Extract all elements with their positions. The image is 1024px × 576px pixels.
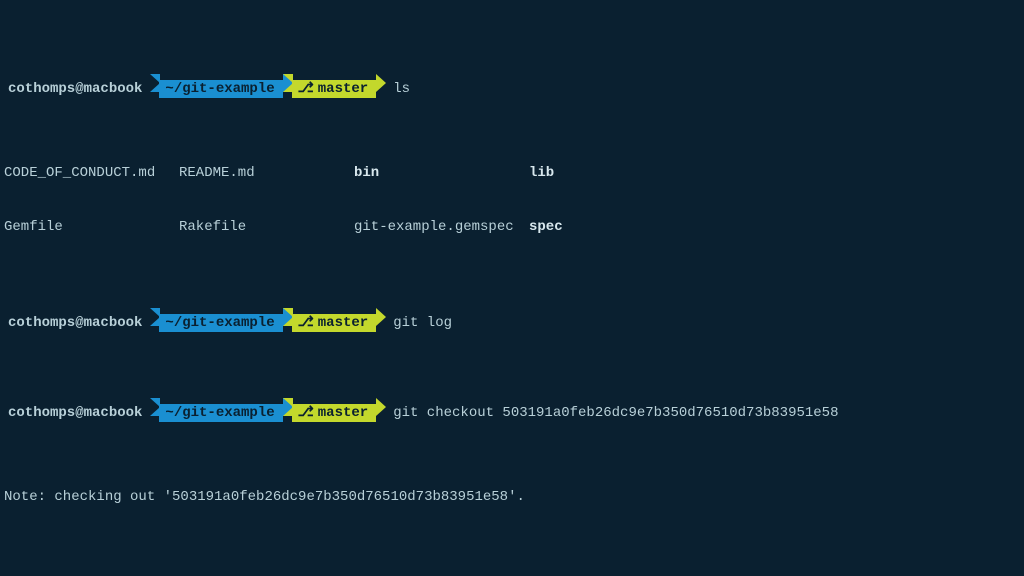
- host-segment: cothomps@macbook: [4, 314, 150, 332]
- branch-segment: ⎇master: [292, 404, 377, 422]
- branch-icon: ⎇: [298, 80, 314, 98]
- command-text: git log: [385, 314, 452, 332]
- branch-segment: ⎇master: [292, 314, 377, 332]
- prompt-line: cothomps@macbook ~/git-example ⎇master g…: [4, 308, 1020, 326]
- branch-name: master: [318, 314, 368, 332]
- path-segment: ~/git-example: [159, 80, 282, 98]
- branch-name: master: [318, 404, 368, 422]
- output-line: CODE_OF_CONDUCT.mdREADME.mdbinlib: [4, 164, 1020, 182]
- output-line: Note: checking out '503191a0feb26dc9e7b3…: [4, 488, 1020, 506]
- prompt-line: cothomps@macbook ~/git-example ⎇master l…: [4, 74, 1020, 92]
- terminal-window[interactable]: cothomps@macbook ~/git-example ⎇master l…: [0, 0, 1024, 576]
- path-segment: ~/git-example: [159, 404, 282, 422]
- branch-icon: ⎇: [298, 404, 314, 422]
- host-segment: cothomps@macbook: [4, 80, 150, 98]
- command-text: ls: [385, 80, 410, 98]
- path-segment: ~/git-example: [159, 314, 282, 332]
- command-text: git checkout 503191a0feb26dc9e7b350d7651…: [385, 404, 838, 422]
- branch-icon: ⎇: [298, 314, 314, 332]
- branch-name: master: [318, 80, 368, 98]
- branch-segment: ⎇master: [292, 80, 377, 98]
- host-segment: cothomps@macbook: [4, 404, 150, 422]
- output-line: [4, 542, 1020, 560]
- prompt-line: cothomps@macbook ~/git-example ⎇master g…: [4, 398, 1020, 416]
- output-line: GemfileRakefilegit-example.gemspecspec: [4, 218, 1020, 236]
